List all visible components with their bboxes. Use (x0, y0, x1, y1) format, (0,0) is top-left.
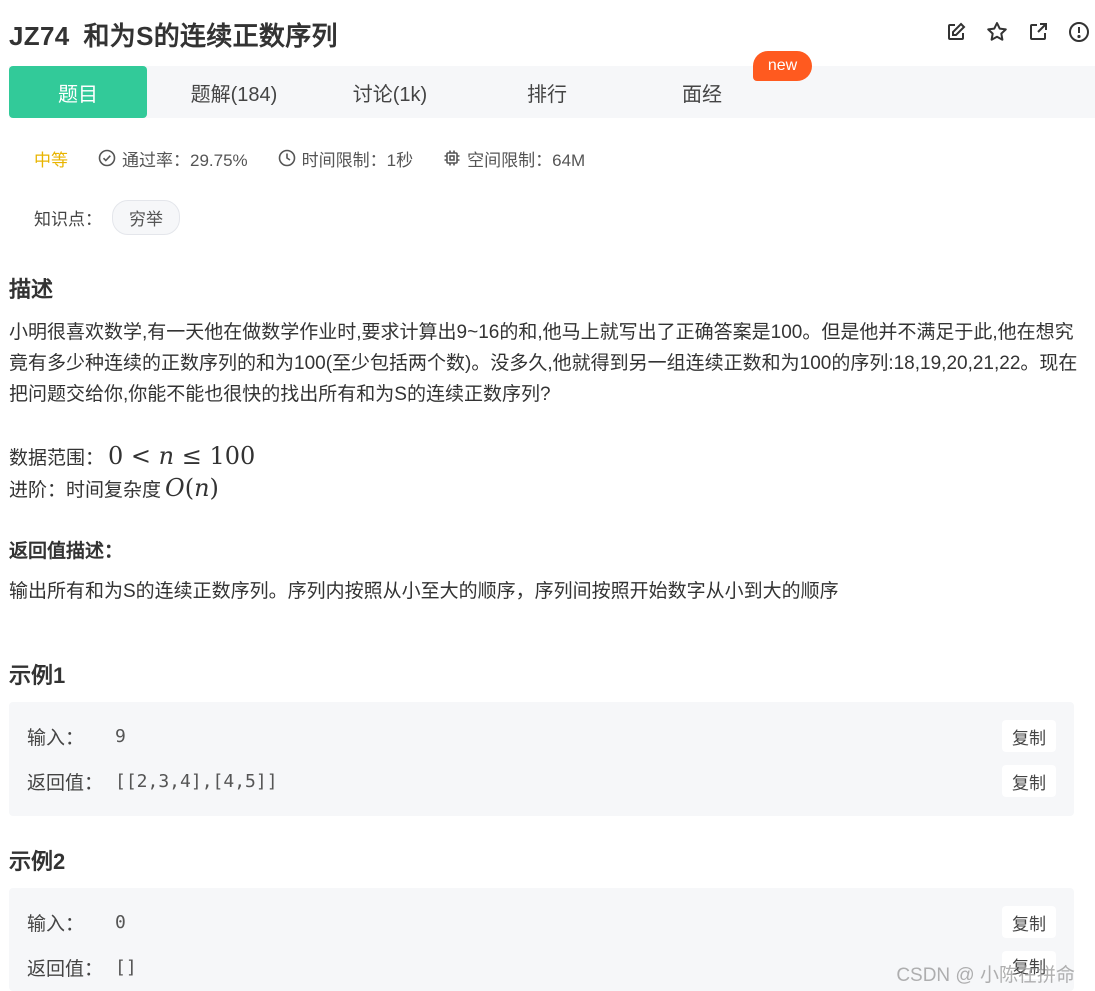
output-value: [] (115, 957, 137, 978)
copy-input-button[interactable]: 复制 (1002, 906, 1056, 938)
example-2-heading: 示例2 (9, 849, 66, 874)
problem-title: JZ74 和为S的连续正数序列 (9, 16, 338, 53)
advanced-label: 进阶：时间复杂度 (9, 480, 162, 501)
title-row: JZ74 和为S的连续正数序列 (9, 14, 1095, 54)
tab-discussion[interactable]: 讨论(1k) (329, 66, 451, 118)
example-2-input: 输入： 0 (27, 909, 126, 936)
output-value: [[2,3,4],[4,5]] (115, 771, 278, 792)
input-label: 输入： (27, 914, 85, 935)
watermark: CSDN @ 小陈在拼命 (896, 965, 1075, 986)
description-heading: 描述 (9, 277, 54, 302)
example-1-box: 输入： 9 复制 返回值： [[2,3,4],[4,5]] 复制 (9, 702, 1074, 816)
range-formula: 0 < n ≤ 100 (108, 442, 256, 470)
space-limit: 空间限制：64M (443, 146, 585, 171)
clock-icon (278, 149, 295, 167)
example-1-heading: 示例1 (9, 663, 66, 688)
example-1-input: 输入： 9 (27, 723, 126, 750)
output-label: 返回值： (27, 773, 104, 794)
check-circle-icon (98, 149, 116, 167)
time-limit-text: 时间限制：1秒 (301, 150, 414, 170)
tab-interview[interactable]: 面经 (654, 66, 750, 118)
space-limit-text: 空间限制：64M (467, 150, 586, 170)
copy-input-button[interactable]: 复制 (1002, 720, 1056, 752)
input-value: 0 (115, 912, 126, 933)
description-text: 小明很喜欢数学,有一天他在做数学作业时,要求计算出9~16的和,他马上就写出了正… (9, 322, 1078, 405)
difficulty-label: 中等 (34, 150, 68, 170)
output-label: 返回值： (27, 959, 104, 980)
input-label: 输入： (27, 728, 85, 749)
advanced-requirement: 进阶：时间复杂度 O(n) (9, 474, 219, 502)
complexity-formula: O(n) (165, 474, 219, 502)
input-value: 9 (115, 726, 126, 747)
tab-problem[interactable]: 题目 (9, 66, 147, 118)
knowledge-points: 知识点： 穷举 (34, 200, 180, 235)
copy-output-button[interactable]: 复制 (1002, 765, 1056, 797)
star-icon[interactable] (985, 20, 1009, 44)
tab-bar: 题目 题解(184) 讨论(1k) 排行 面经 (9, 66, 1095, 118)
knowledge-tag[interactable]: 穷举 (112, 200, 180, 235)
range-label: 数据范围： (9, 448, 105, 469)
problem-code: JZ74 (9, 21, 70, 51)
problem-name: 和为S的连续正数序列 (83, 21, 338, 51)
return-description: 输出所有和为S的连续正数序列。序列内按照从小至大的顺序，序列间按照开始数字从小到… (9, 581, 839, 602)
time-limit: 时间限制：1秒 (278, 146, 413, 171)
external-link-icon[interactable] (1026, 20, 1050, 44)
title-actions (944, 20, 1091, 44)
edit-icon[interactable] (944, 20, 968, 44)
pass-rate-text: 通过率：29.75% (122, 150, 248, 170)
example-1-output: 返回值： [[2,3,4],[4,5]] (27, 768, 278, 795)
data-range: 数据范围： 0 < n ≤ 100 (9, 442, 255, 470)
example-2-output: 返回值： [] (27, 954, 137, 981)
tab-ranking[interactable]: 排行 (499, 66, 595, 118)
pass-rate: 通过率：29.75% (98, 146, 248, 171)
knowledge-label: 知识点： (34, 210, 102, 229)
new-badge: new (753, 51, 812, 81)
tab-solutions[interactable]: 题解(184) (169, 66, 299, 118)
problem-meta: 中等 通过率：29.75% 时间限制：1秒 空间限制：64M (34, 146, 615, 170)
alert-icon[interactable] (1067, 20, 1091, 44)
return-heading: 返回值描述： (9, 541, 124, 562)
chip-icon (444, 150, 460, 166)
